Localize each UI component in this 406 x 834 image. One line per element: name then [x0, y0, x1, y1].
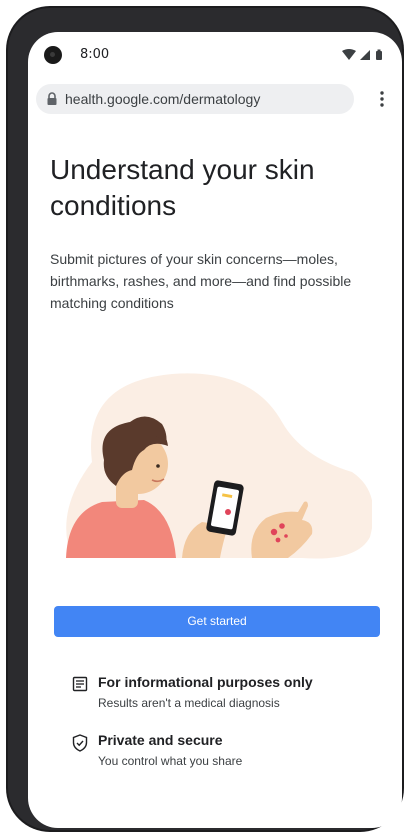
feature-title: For informational purposes only: [98, 674, 313, 690]
url-text[interactable]: health.google.com/dermatology: [65, 91, 260, 107]
page-title: Understand your skin conditions: [50, 154, 315, 221]
feature-title: Private and secure: [98, 732, 223, 748]
feature-subtitle: You control what you share: [98, 754, 243, 768]
more-vert-icon[interactable]: [380, 91, 384, 112]
phone-screen: 8:00 health.google.com/dermatology Under…: [28, 32, 402, 828]
shield-check-icon: [72, 734, 88, 757]
get-started-button[interactable]: Get started: [54, 606, 380, 637]
feature-subtitle: Results aren't a medical diagnosis: [98, 696, 280, 710]
phone-frame: 8:00 health.google.com/dermatology Under…: [6, 6, 404, 832]
camera-cutout: [44, 46, 62, 64]
page-description: Submit pictures of your skin concerns—mo…: [50, 251, 352, 311]
address-bar[interactable]: health.google.com/dermatology: [36, 84, 354, 114]
document-icon: [72, 676, 88, 697]
hero-illustration: [52, 362, 374, 567]
lock-icon: [46, 92, 58, 110]
signal-icon: [360, 50, 370, 60]
status-icons: [342, 48, 386, 66]
status-bar: 8:00: [28, 32, 402, 78]
wifi-icon: [342, 49, 356, 60]
battery-icon: [376, 49, 382, 60]
status-time: 8:00: [80, 47, 110, 62]
